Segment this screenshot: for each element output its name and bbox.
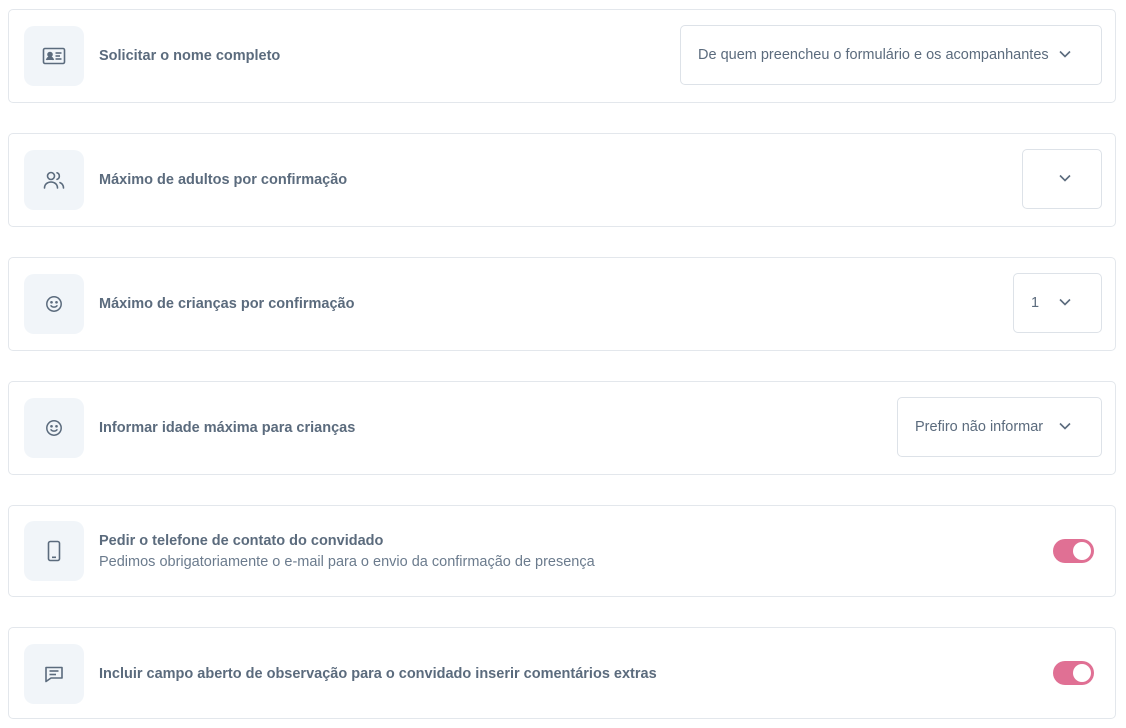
phone-icon	[24, 521, 84, 581]
chevron-down-icon	[1059, 174, 1071, 182]
chevron-down-icon	[1059, 50, 1071, 58]
setting-full-name: Solicitar o nome completo De quem preenc…	[8, 9, 1116, 103]
setting-guest-phone: Pedir o telefone de contato do convidado…	[8, 505, 1116, 597]
setting-label: Solicitar o nome completo	[99, 48, 281, 64]
max-children-select[interactable]: 1	[1013, 273, 1102, 333]
select-value: 1	[1031, 295, 1040, 311]
guest-phone-toggle[interactable]	[1053, 539, 1094, 563]
select-value: De quem preencheu o formulário e os acom…	[698, 47, 1049, 63]
smiley-icon	[24, 274, 84, 334]
message-lines-icon	[24, 644, 84, 704]
setting-description: Pedimos obrigatoriamente o e-mail para o…	[99, 554, 595, 570]
setting-observation-field: Incluir campo aberto de observação para …	[8, 627, 1116, 719]
toggle-knob	[1073, 542, 1091, 560]
setting-max-children: Máximo de crianças por confirmação 1	[8, 257, 1116, 351]
setting-label: Pedir o telefone de contato do convidado	[99, 533, 384, 549]
users-icon	[24, 150, 84, 210]
chevron-down-icon	[1059, 422, 1071, 430]
select-value: Prefiro não informar	[915, 419, 1044, 435]
observation-field-toggle[interactable]	[1053, 661, 1094, 685]
setting-label: Máximo de adultos por confirmação	[99, 172, 348, 188]
setting-max-adults: Máximo de adultos por confirmação	[8, 133, 1116, 227]
id-card-icon	[24, 26, 84, 86]
smiley-icon	[24, 398, 84, 458]
chevron-down-icon	[1059, 298, 1071, 306]
full-name-select[interactable]: De quem preencheu o formulário e os acom…	[680, 25, 1102, 85]
max-adults-select[interactable]	[1022, 149, 1102, 209]
setting-children-max-age: Informar idade máxima para crianças Pref…	[8, 381, 1116, 475]
children-max-age-select[interactable]: Prefiro não informar	[897, 397, 1102, 457]
toggle-knob	[1073, 664, 1091, 682]
setting-label: Incluir campo aberto de observação para …	[99, 666, 657, 682]
setting-label: Máximo de crianças por confirmação	[99, 296, 355, 312]
setting-label: Informar idade máxima para crianças	[99, 420, 356, 436]
